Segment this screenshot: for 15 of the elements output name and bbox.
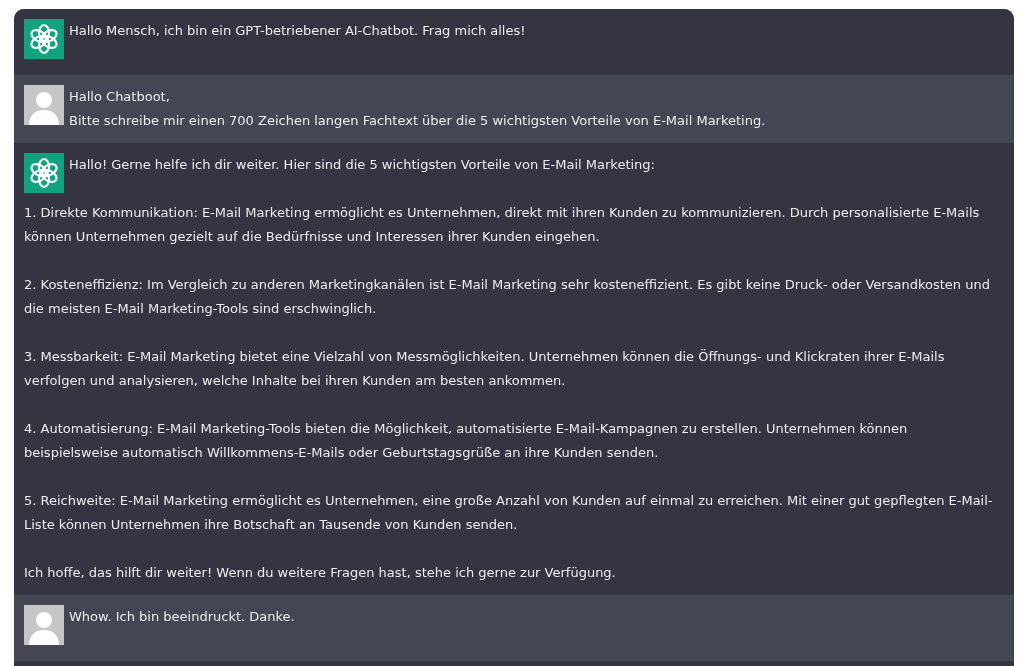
user-avatar-icon <box>24 605 64 645</box>
message-paragraph: 5. Reichweite: E-Mail Marketing ermöglicht es Unternehmen, eine große Anzahl von Kunden auf einmal zu erreichen. Mit einer gut gepflegten E-Mail-Liste können Unternehmen ihre Botschaft an Tausende von Kunden senden. <box>24 492 994 534</box>
knot-icon <box>24 153 64 193</box>
message-text: Whow. Ich bin beeindruckt. Danke. <box>69 608 295 626</box>
message-text: Hallo Mensch, ich bin ein GPT-betriebener AI-Chatbot. Frag mich alles! <box>69 22 526 40</box>
message-text: Hallo! Gerne helfe ich dir weiter. Hier sind die 5 wichtigsten Vorteile von E-Mail Marketing: <box>69 156 655 174</box>
message-text: Bitte schreibe mir einen 700 Zeichen langen Fachtext über die 5 wichtigsten Vorteile von E-Mail Marketing. <box>69 112 766 130</box>
message-paragraph: 4. Automatisierung: E-Mail Marketing-Tools bieten die Möglichkeit, automatisierte E-Mail-Kampagnen zu erstellen. Unternehmen können beispielsweise automatisch Willkommens-E-Mails oder Geburtstagsgrüße an ihre Kunden senden. <box>24 420 909 462</box>
message-paragraph: Ich hoffe, das hilft dir weiter! Wenn du weitere Fragen hast, stehe ich gerne zur Verfügung. <box>24 564 617 582</box>
message-paragraph: 2. Kosteneffizienz: Im Vergleich zu anderen Marketingkanälen ist E-Mail Marketing sehr kosteneffizient. Es gibt keine Druck- oder Versandkosten und die meisten E-Mail Marketing-Tools sind erschwinglich. <box>24 276 991 318</box>
user-avatar-icon <box>24 85 64 125</box>
message-paragraph: 1. Direkte Kommunikation: E-Mail Marketing ermöglicht es Unternehmen, direkt mit ihren Kunden zu kommunizieren. Durch personalisierte E-Mails können Unternehmen gezielt auf die Bedürfnisse und Interessen ihrer Kunden eingehen. <box>24 204 981 246</box>
message-text: Hallo Chatboot, <box>69 88 171 106</box>
knot-icon <box>24 19 64 59</box>
message-paragraph: 3. Messbarkeit: E-Mail Marketing bietet eine Vielzahl von Messmöglichkeiten. Unternehmen können die Öffnungs- und Klickraten ihrer E-Mails verfolgen und analysieren, welche Inhalte bei ihren Kunden am besten ankommen. <box>24 348 946 390</box>
